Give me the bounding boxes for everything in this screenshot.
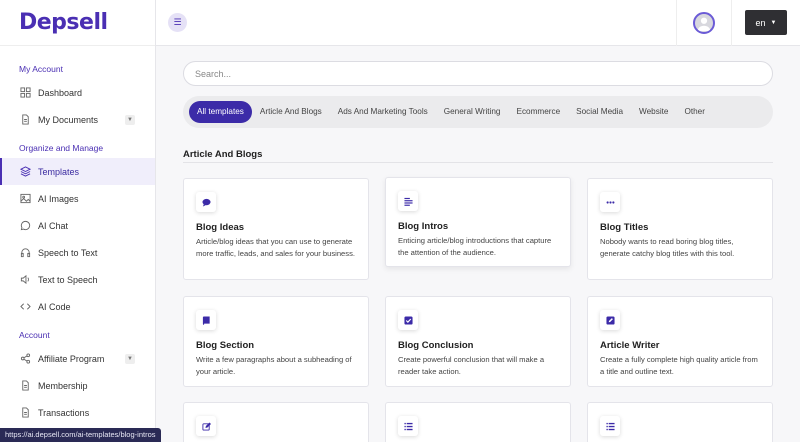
tab-website[interactable]: Website xyxy=(631,101,676,123)
chevron-down-icon[interactable]: ▼ xyxy=(125,353,135,364)
sidebar-item-label: Transactions xyxy=(38,407,90,418)
code-icon xyxy=(19,301,31,313)
template-card[interactable] xyxy=(385,402,571,442)
template-card-blog-ideas[interactable]: Blog Ideas Article/blog ideas that you c… xyxy=(183,178,369,280)
sidebar-item-label: Membership xyxy=(38,380,88,391)
sidebar-item-ai-chat[interactable]: AI Chat xyxy=(0,212,155,239)
sidebar-item-label: Affiliate Program xyxy=(38,353,105,364)
dots-icon xyxy=(600,192,620,212)
section-label-my-account: My Account xyxy=(19,64,63,74)
tab-ecommerce[interactable]: Ecommerce xyxy=(508,101,568,123)
section-title: Article And Blogs xyxy=(183,149,263,160)
sidebar-item-my-documents[interactable]: My Documents ▼ xyxy=(0,106,155,133)
sidebar-item-templates[interactable]: Templates xyxy=(0,158,155,185)
category-tabs: All templates Article And Blogs Ads And … xyxy=(183,96,773,128)
chevron-down-icon[interactable]: ▼ xyxy=(125,114,135,125)
sidebar-item-label: Text to Speech xyxy=(38,274,98,285)
chevron-down-icon: ▼ xyxy=(770,19,777,26)
main-content: All templates Article And Blogs Ads And … xyxy=(156,46,800,442)
sidebar-item-label: Templates xyxy=(38,166,80,177)
tab-ads-and-marketing[interactable]: Ads And Marketing Tools xyxy=(330,101,436,123)
book-icon xyxy=(196,310,216,330)
sidebar-item-label: My Documents xyxy=(38,114,99,125)
status-bar-url: https://ai.depsell.com/ai-templates/blog… xyxy=(0,428,161,442)
menu-toggle-button[interactable]: ☰ xyxy=(168,13,187,32)
sidebar-item-label: AI Code xyxy=(38,301,71,312)
tab-all-templates[interactable]: All templates xyxy=(189,101,252,123)
user-menu[interactable] xyxy=(676,0,732,46)
search-input[interactable] xyxy=(183,61,773,86)
document-icon xyxy=(19,114,31,126)
sidebar-item-membership[interactable]: Membership xyxy=(0,372,155,399)
template-card-blog-titles[interactable]: Blog Titles Nobody wants to read boring … xyxy=(587,178,773,280)
sidebar-item-label: AI Chat xyxy=(38,220,69,231)
sidebar-item-ai-code[interactable]: AI Code xyxy=(0,293,155,320)
chat-bubble-icon xyxy=(196,192,216,212)
sidebar-item-affiliate-program[interactable]: Affiliate Program ▼ xyxy=(0,345,155,372)
sidebar-item-label: AI Images xyxy=(38,193,79,204)
sidebar-item-text-to-speech[interactable]: Text to Speech xyxy=(0,266,155,293)
template-card[interactable] xyxy=(587,402,773,442)
sidebar-item-speech-to-text[interactable]: Speech to Text xyxy=(0,239,155,266)
section-divider xyxy=(183,162,773,163)
section-label-organize: Organize and Manage xyxy=(19,143,104,153)
sidebar-item-dashboard[interactable]: Dashboard xyxy=(0,79,155,106)
card-description: Write a few paragraphs about a subheadin… xyxy=(196,355,352,376)
card-description: Create powerful conclusion that will mak… xyxy=(398,355,545,376)
grid-icon xyxy=(19,87,31,99)
layers-icon xyxy=(19,166,31,178)
tab-other[interactable]: Other xyxy=(676,101,712,123)
sidebar: Depsell My Account Dashboard My Document… xyxy=(0,0,156,442)
section-label-account: Account xyxy=(19,330,50,340)
language-label: en xyxy=(755,17,766,28)
document-icon xyxy=(19,380,31,392)
sidebar-item-label: Dashboard xyxy=(38,87,83,98)
hamburger-icon: ☰ xyxy=(173,17,182,27)
language-select[interactable]: en ▼ xyxy=(745,10,787,35)
speaker-icon xyxy=(19,274,31,286)
share-icon xyxy=(19,353,31,365)
pen-square-icon xyxy=(600,310,620,330)
card-title: Blog Titles xyxy=(600,222,649,233)
image-icon xyxy=(19,193,31,205)
avatar[interactable] xyxy=(693,12,715,34)
sidebar-item-transactions[interactable]: Transactions xyxy=(0,399,155,426)
logo[interactable]: Depsell xyxy=(0,0,155,46)
tab-article-and-blogs[interactable]: Article And Blogs xyxy=(252,101,330,123)
document-icon xyxy=(19,407,31,419)
tab-social-media[interactable]: Social Media xyxy=(568,101,631,123)
tab-general-writing[interactable]: General Writing xyxy=(436,101,509,123)
template-card-blog-conclusion[interactable]: Blog Conclusion Create powerful conclusi… xyxy=(385,296,571,387)
card-description: Create a fully complete high quality art… xyxy=(600,355,758,376)
card-title: Blog Ideas xyxy=(196,222,245,233)
template-card[interactable] xyxy=(183,402,369,442)
template-card-article-writer[interactable]: Article Writer Create a fully complete h… xyxy=(587,296,773,387)
template-card-blog-section[interactable]: Blog Section Write a few paragraphs abou… xyxy=(183,296,369,387)
card-title: Blog Conclusion xyxy=(398,340,474,351)
card-title: Blog Intros xyxy=(398,221,449,232)
card-description: Article/blog ideas that you can use to g… xyxy=(196,237,355,258)
sidebar-item-label: Speech to Text xyxy=(38,247,98,258)
card-title: Blog Section xyxy=(196,340,255,351)
edit-icon xyxy=(196,416,216,436)
list-icon xyxy=(398,416,418,436)
card-title: Article Writer xyxy=(600,340,660,351)
sidebar-item-ai-images[interactable]: AI Images xyxy=(0,185,155,212)
check-square-icon xyxy=(398,310,418,330)
top-header: ☰ en ▼ xyxy=(156,0,800,46)
card-description: Nobody wants to read boring blog titles,… xyxy=(600,237,735,258)
template-card-blog-intros[interactable]: Blog Intros Enticing article/blog introd… xyxy=(385,177,571,267)
chat-icon xyxy=(19,220,31,232)
card-description: Enticing article/blog introductions that… xyxy=(398,236,552,257)
align-left-icon xyxy=(398,191,418,211)
headphones-icon xyxy=(19,247,31,259)
logo-text: Depsell xyxy=(19,10,108,35)
list-icon xyxy=(600,416,620,436)
